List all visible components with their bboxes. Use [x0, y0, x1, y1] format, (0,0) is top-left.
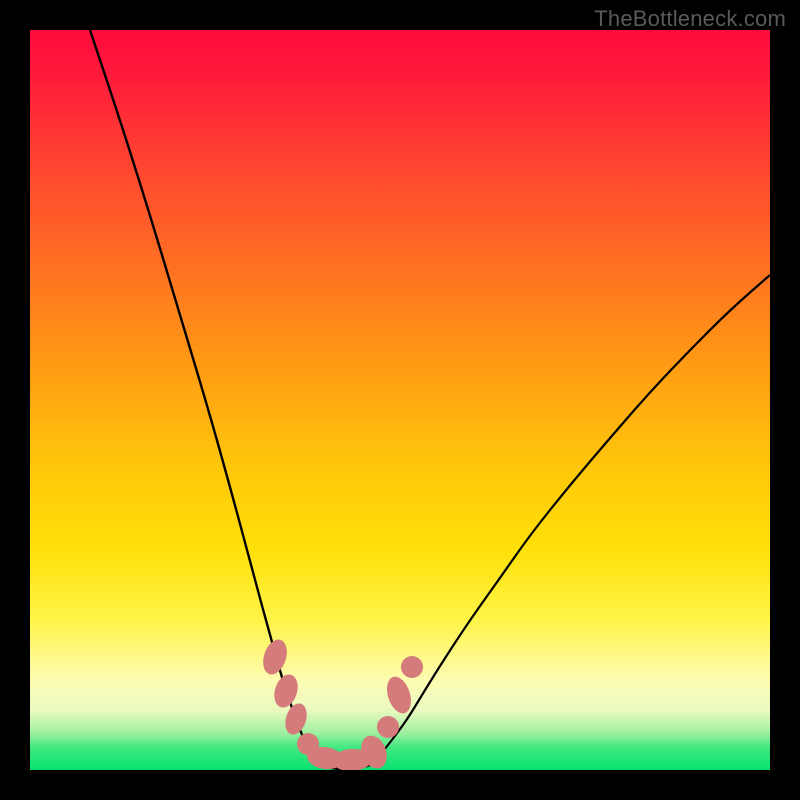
plot-area: [30, 30, 770, 770]
left-curve: [90, 30, 322, 766]
data-marker: [377, 716, 399, 738]
curve-group: [90, 30, 770, 769]
data-marker: [401, 656, 423, 678]
marker-group: [259, 636, 423, 770]
attribution-text: TheBottleneck.com: [594, 6, 786, 32]
chart-svg: [30, 30, 770, 770]
data-marker: [259, 636, 291, 677]
data-marker: [383, 674, 416, 717]
right-curve: [370, 275, 770, 765]
outer-frame: TheBottleneck.com: [0, 0, 800, 800]
